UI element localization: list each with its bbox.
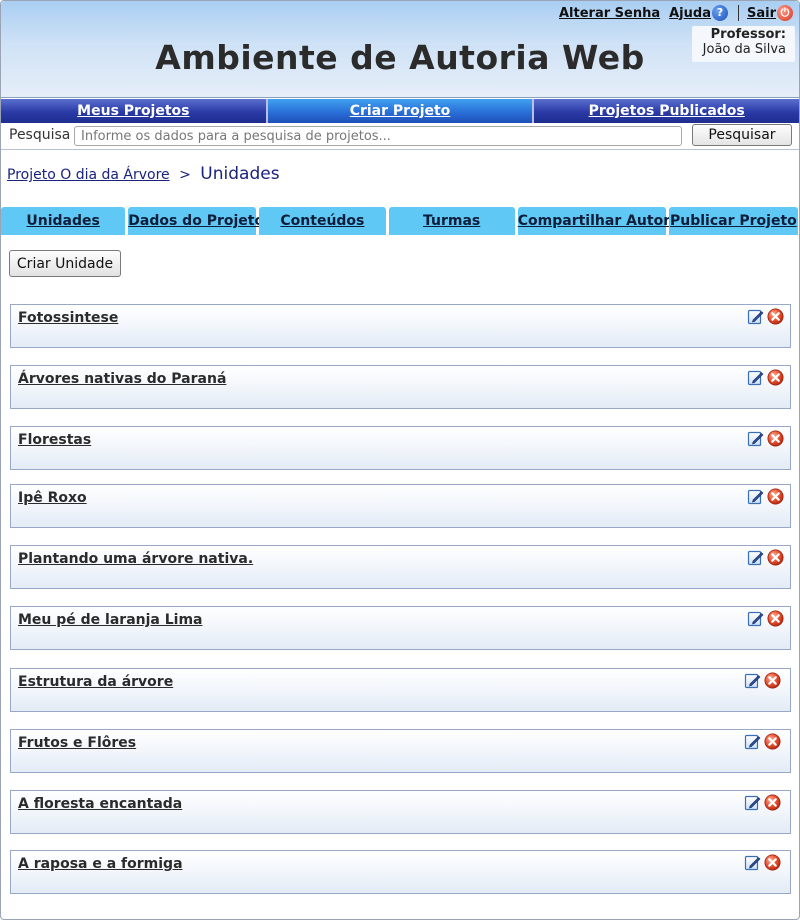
- unit-title[interactable]: Estrutura da árvore: [18, 674, 173, 690]
- edit-icon[interactable]: [747, 430, 764, 447]
- app-title: Ambiente de Autoria Web: [155, 38, 645, 77]
- unit-item: Frutos e Flôres: [10, 729, 791, 773]
- nav-create-project[interactable]: Criar Projeto: [267, 99, 535, 123]
- header: Ambiente de Autoria Web Alterar Senha Aj…: [1, 1, 799, 98]
- unit-item: Árvores nativas do Paraná: [10, 365, 791, 409]
- unit-title[interactable]: Árvores nativas do Paraná: [18, 371, 226, 387]
- unit-item: Estrutura da árvore: [10, 668, 791, 712]
- breadcrumb-current: Unidades: [200, 164, 280, 184]
- edit-icon[interactable]: [744, 733, 761, 750]
- sub-tabs: Unidades Dados do Projeto Conteúdos Turm…: [1, 207, 798, 235]
- unit-title[interactable]: A raposa e a formiga: [18, 856, 183, 872]
- nav-my-projects[interactable]: Meus Projetos: [1, 99, 268, 123]
- search-label: Pesquisa: [9, 127, 71, 143]
- edit-icon[interactable]: [747, 308, 764, 325]
- edit-icon[interactable]: [747, 610, 764, 627]
- professor-label: Professor:: [710, 27, 786, 42]
- breadcrumb: Projeto O dia da Árvore > Unidades: [7, 164, 280, 184]
- unit-item: A raposa e a formiga: [10, 850, 791, 894]
- power-icon[interactable]: ⏻: [777, 5, 793, 21]
- unit-item: Plantando uma árvore nativa.: [10, 545, 791, 589]
- edit-icon[interactable]: [747, 549, 764, 566]
- delete-icon[interactable]: [767, 488, 784, 505]
- edit-icon[interactable]: [744, 672, 761, 689]
- unit-item: Ipê Roxo: [10, 484, 791, 528]
- tab-share-authorship[interactable]: Compartilhar Autoria: [517, 207, 684, 235]
- unit-item: Fotossintese: [10, 304, 791, 348]
- search-input[interactable]: [74, 126, 682, 146]
- unit-title[interactable]: Ipê Roxo: [18, 490, 87, 506]
- delete-icon[interactable]: [767, 308, 784, 325]
- unit-actions: [744, 733, 781, 750]
- edit-icon[interactable]: [747, 369, 764, 386]
- unit-actions: [747, 610, 784, 627]
- breadcrumb-project-link[interactable]: Projeto O dia da Árvore: [7, 167, 170, 183]
- main-nav: Meus Projetos Criar Projeto Projetos Pub…: [1, 99, 800, 123]
- professor-box: Professor: João da Silva: [692, 26, 795, 62]
- tab-units[interactable]: Unidades: [1, 207, 126, 235]
- unit-title[interactable]: Florestas: [18, 432, 91, 448]
- delete-icon[interactable]: [764, 794, 781, 811]
- tab-contents[interactable]: Conteúdos: [259, 207, 386, 235]
- top-links: Alterar Senha Ajuda ? Sair ⏻: [559, 5, 793, 21]
- unit-actions: [744, 794, 781, 811]
- unit-item: A floresta encantada: [10, 790, 791, 834]
- search-button[interactable]: Pesquisar: [692, 124, 792, 146]
- unit-title[interactable]: Fotossintese: [18, 310, 118, 326]
- delete-icon[interactable]: [767, 430, 784, 447]
- unit-actions: [744, 672, 781, 689]
- change-password-link[interactable]: Alterar Senha: [559, 6, 660, 21]
- delete-icon[interactable]: [764, 733, 781, 750]
- separator: [737, 5, 739, 21]
- unit-item: Meu pé de laranja Lima: [10, 606, 791, 650]
- unit-item: Florestas: [10, 426, 791, 470]
- edit-icon[interactable]: [744, 794, 761, 811]
- delete-icon[interactable]: [764, 854, 781, 871]
- delete-icon[interactable]: [764, 672, 781, 689]
- unit-title[interactable]: A floresta encantada: [18, 796, 182, 812]
- unit-actions: [747, 488, 784, 505]
- unit-actions: [747, 308, 784, 325]
- logout-link[interactable]: Sair: [747, 6, 776, 21]
- unit-actions: [747, 430, 784, 447]
- create-unit-button[interactable]: Criar Unidade: [9, 250, 121, 277]
- delete-icon[interactable]: [767, 549, 784, 566]
- tab-project-data[interactable]: Dados do Projeto: [128, 207, 264, 235]
- delete-icon[interactable]: [767, 369, 784, 386]
- unit-title[interactable]: Meu pé de laranja Lima: [18, 612, 203, 628]
- unit-title[interactable]: Plantando uma árvore nativa.: [18, 551, 253, 567]
- unit-actions: [747, 549, 784, 566]
- help-link[interactable]: Ajuda: [669, 6, 711, 21]
- edit-icon[interactable]: [747, 488, 764, 505]
- unit-actions: [744, 854, 781, 871]
- edit-icon[interactable]: [744, 854, 761, 871]
- search-bar: Pesquisa Pesquisar: [1, 123, 799, 150]
- nav-published-projects[interactable]: Projetos Publicados: [534, 99, 800, 123]
- breadcrumb-separator: >: [179, 167, 191, 183]
- unit-title[interactable]: Frutos e Flôres: [18, 735, 136, 751]
- delete-icon[interactable]: [767, 610, 784, 627]
- help-icon[interactable]: ?: [711, 5, 728, 21]
- tab-publish-project[interactable]: Publicar Projeto: [668, 207, 798, 235]
- tab-classes[interactable]: Turmas: [388, 207, 515, 235]
- professor-name: João da Silva: [702, 42, 786, 57]
- unit-actions: [747, 369, 784, 386]
